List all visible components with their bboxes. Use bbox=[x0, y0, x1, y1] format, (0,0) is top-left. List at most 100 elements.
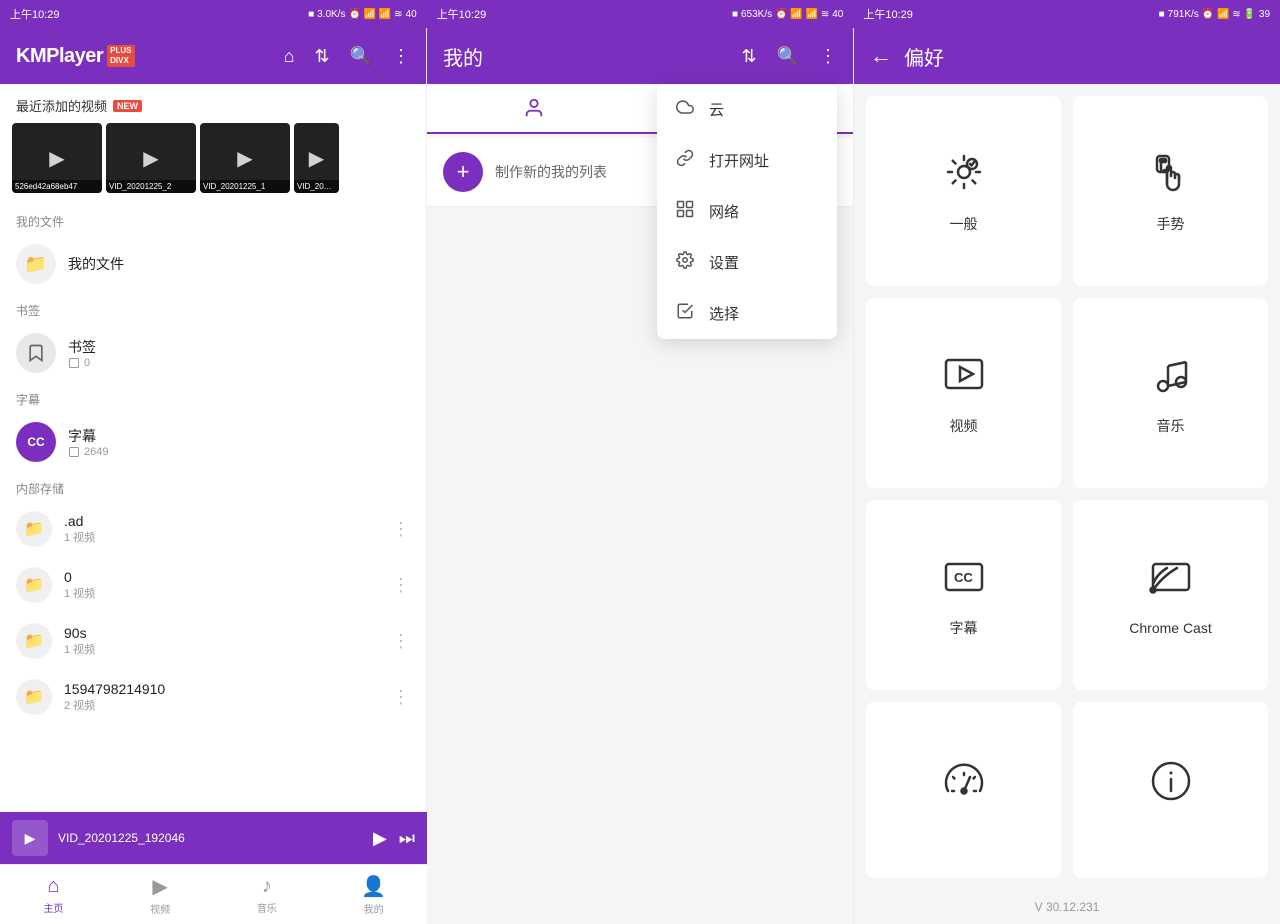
logo-badge: PLUS DIVX bbox=[107, 45, 134, 66]
settings-card-subtitle[interactable]: CC 字幕 bbox=[866, 500, 1061, 690]
video-thumb-3[interactable]: ▶ VID_2020122... bbox=[294, 123, 339, 193]
signal-icon-3: ⏰ 📶 ≋ 🔋 bbox=[1202, 9, 1256, 20]
info-icon bbox=[1147, 757, 1195, 811]
storage-item-0[interactable]: 📁 .ad 1 视频 ⋮ bbox=[0, 501, 426, 557]
logo-area: KMPlayer PLUS DIVX bbox=[16, 45, 135, 68]
storage-more-1[interactable]: ⋮ bbox=[392, 575, 410, 596]
dropdown-network[interactable]: 网络 bbox=[657, 186, 837, 237]
home-icon[interactable]: ⌂ bbox=[284, 46, 295, 67]
mid-sort-icon[interactable]: ⇅ bbox=[741, 46, 756, 67]
settings-card-general[interactable]: 一般 bbox=[866, 96, 1061, 286]
my-files-icon: 📁 bbox=[16, 244, 56, 284]
playing-controls: ▶ ⏭ bbox=[373, 828, 415, 849]
dropdown-url-label: 打开网址 bbox=[709, 150, 769, 171]
signal-icon-2: ⏰ 📶 📶 ≋ bbox=[775, 9, 829, 20]
status-segment-1: 上午10:29 ■ 3.0K/s ⏰ 📶 📶 ≋ 40 bbox=[0, 6, 427, 22]
thumb-label-3: VID_2020122... bbox=[294, 180, 339, 193]
play-icon-0: ▶ bbox=[49, 146, 64, 171]
subtitle-section-header: 字幕 bbox=[0, 383, 426, 412]
right-header: ← 偏好 bbox=[854, 28, 1280, 84]
status-icons-3: ■ 791K/s ⏰ 📶 ≋ 🔋 39 bbox=[1159, 9, 1270, 20]
subtitle-sub: 2649 bbox=[68, 446, 410, 458]
battery-pct-1: 40 bbox=[406, 9, 417, 20]
storage-icon-0: 📁 bbox=[16, 511, 52, 547]
tab-profile[interactable] bbox=[427, 84, 640, 132]
nav-home[interactable]: ⌂ 主页 bbox=[0, 875, 107, 915]
settings-card-info[interactable] bbox=[1073, 702, 1268, 878]
back-button[interactable]: ← bbox=[870, 43, 892, 69]
music-icon bbox=[1147, 350, 1195, 404]
bookmark-item[interactable]: 书签 0 bbox=[0, 323, 426, 383]
storage-name-3: 1594798214910 bbox=[64, 681, 380, 697]
storage-icon-3: 📁 bbox=[16, 679, 52, 715]
subtitle-title: 字幕 bbox=[68, 426, 410, 446]
status-segment-3: 上午10:29 ■ 791K/s ⏰ 📶 ≋ 🔋 39 bbox=[853, 6, 1280, 22]
search-icon[interactable]: 🔍 bbox=[350, 46, 372, 67]
battery-pct-3: 39 bbox=[1259, 9, 1270, 20]
time-2: 上午10:29 bbox=[437, 6, 487, 22]
storage-more-2[interactable]: ⋮ bbox=[392, 631, 410, 652]
storage-info-0: .ad 1 视频 bbox=[64, 513, 380, 545]
bookmark-section-header: 书签 bbox=[0, 294, 426, 323]
battery-icon-1: ■ bbox=[308, 9, 314, 20]
video-thumb-2[interactable]: ▶ VID_20201225_1 bbox=[200, 123, 290, 193]
time-3: 上午10:29 bbox=[863, 6, 913, 22]
gear-icon bbox=[940, 148, 988, 202]
settings-card-chromecast[interactable]: Chrome Cast bbox=[1073, 500, 1268, 690]
nav-music[interactable]: ♪ 音乐 bbox=[214, 875, 321, 915]
panel-mid: 我的 ⇅ 🔍 ⋮ 云 bbox=[427, 28, 854, 924]
bookmark-info: 书签 0 bbox=[68, 337, 410, 369]
cloud-icon bbox=[675, 98, 695, 121]
more-icon[interactable]: ⋮ bbox=[392, 46, 410, 67]
nav-music-icon: ♪ bbox=[262, 875, 272, 898]
left-panel-content: 最近添加的视频 NEW ▶ 526ed42a68eb47 ▶ VID_20201… bbox=[0, 84, 426, 924]
storage-item-2[interactable]: 📁 90s 1 视频 ⋮ bbox=[0, 613, 426, 669]
storage-more-0[interactable]: ⋮ bbox=[392, 519, 410, 540]
dropdown-settings-label: 设置 bbox=[709, 252, 739, 273]
settings-card-video[interactable]: 视频 bbox=[866, 298, 1061, 488]
subtitle-item[interactable]: CC 字幕 2649 bbox=[0, 412, 426, 472]
nav-my[interactable]: 👤 我的 bbox=[320, 874, 427, 916]
settings-card-speed[interactable] bbox=[866, 702, 1061, 878]
storage-count-2: 1 视频 bbox=[64, 641, 380, 657]
dropdown-select-label: 选择 bbox=[709, 303, 739, 324]
dropdown-url[interactable]: 打开网址 bbox=[657, 135, 837, 186]
link-icon bbox=[675, 149, 695, 172]
my-files-info: 我的文件 bbox=[68, 254, 410, 274]
checkbox-icon bbox=[675, 302, 695, 325]
play-icon-2: ▶ bbox=[237, 146, 252, 171]
speed-3: 791K/s bbox=[1168, 9, 1199, 20]
mid-more-icon[interactable]: ⋮ bbox=[819, 46, 837, 67]
music-label: 音乐 bbox=[1157, 416, 1185, 436]
status-segment-2: 上午10:29 ■ 653K/s ⏰ 📶 📶 ≋ 40 bbox=[427, 6, 854, 22]
storage-item-1[interactable]: 📁 0 1 视频 ⋮ bbox=[0, 557, 426, 613]
gesture-icon bbox=[1147, 148, 1195, 202]
storage-icon-2: 📁 bbox=[16, 623, 52, 659]
settings-card-music[interactable]: 音乐 bbox=[1073, 298, 1268, 488]
speed-icon bbox=[940, 757, 988, 811]
play-button[interactable]: ▶ bbox=[373, 828, 387, 849]
nav-my-icon: 👤 bbox=[361, 874, 386, 899]
nav-video[interactable]: ▶ 视频 bbox=[107, 874, 214, 916]
right-title: 偏好 bbox=[904, 42, 944, 71]
sort-icon[interactable]: ⇅ bbox=[314, 46, 329, 67]
dropdown-settings[interactable]: 设置 bbox=[657, 237, 837, 288]
video-row: ▶ 526ed42a68eb47 ▶ VID_20201225_2 ▶ VID_… bbox=[0, 123, 426, 205]
next-button[interactable]: ⏭ bbox=[399, 828, 415, 849]
storage-more-3[interactable]: ⋮ bbox=[392, 687, 410, 708]
battery-pct-2: 40 bbox=[832, 9, 843, 20]
storage-item-3[interactable]: 📁 1594798214910 2 视频 ⋮ bbox=[0, 669, 426, 725]
dropdown-select[interactable]: 选择 bbox=[657, 288, 837, 339]
video-thumb-0[interactable]: ▶ 526ed42a68eb47 bbox=[12, 123, 102, 193]
dropdown-cloud[interactable]: 云 bbox=[657, 84, 837, 135]
bookmark-icon bbox=[16, 333, 56, 373]
dropdown-cloud-label: 云 bbox=[709, 99, 724, 120]
video-thumb-1[interactable]: ▶ VID_20201225_2 bbox=[106, 123, 196, 193]
status-bar: 上午10:29 ■ 3.0K/s ⏰ 📶 📶 ≋ 40 上午10:29 ■ 65… bbox=[0, 0, 1280, 28]
my-files-item[interactable]: 📁 我的文件 bbox=[0, 234, 426, 294]
settings-card-gesture[interactable]: 手势 bbox=[1073, 96, 1268, 286]
nav-home-label: 主页 bbox=[43, 900, 63, 915]
mid-search-icon[interactable]: 🔍 bbox=[777, 46, 799, 67]
create-plus-icon: + bbox=[443, 152, 483, 192]
storage-icon-1: 📁 bbox=[16, 567, 52, 603]
